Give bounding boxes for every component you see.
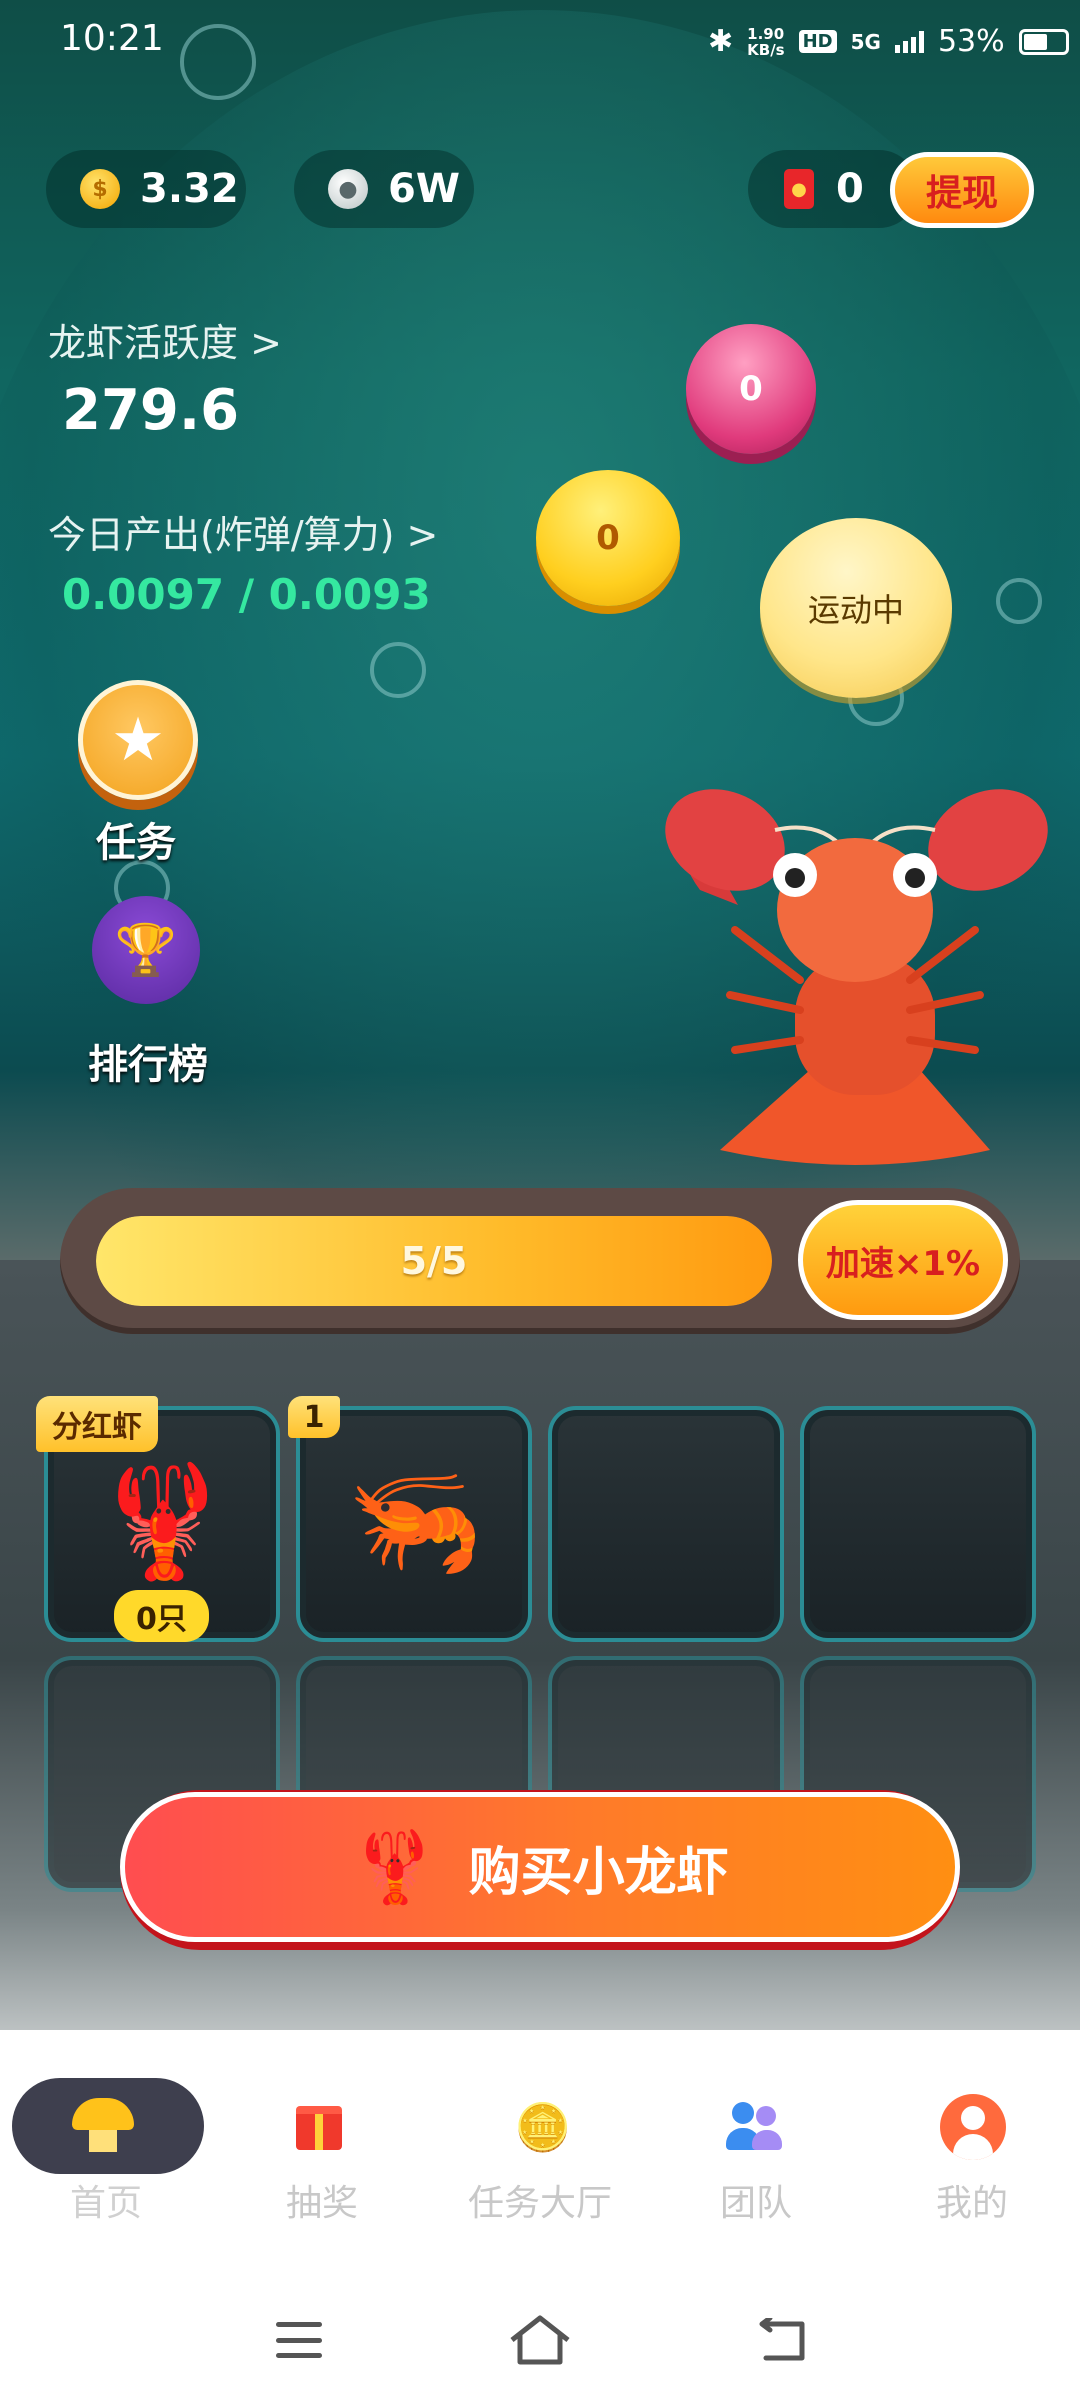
dividend-tag: 分红虾 [36, 1396, 158, 1452]
ranking-label[interactable]: 排行榜 [88, 1032, 208, 1090]
nav-team-label: 团队 [719, 2183, 792, 2224]
decor-bubble [180, 24, 256, 100]
level-badge: 1 [288, 1396, 340, 1438]
silver-balance: 6W [388, 166, 460, 212]
status-bubble[interactable]: 运动中 [760, 518, 952, 698]
lobster-mascot[interactable] [660, 780, 1050, 1170]
lobster-icon: 🦞 [351, 1825, 439, 1908]
decor-bubble [996, 578, 1042, 624]
tasks-star-icon[interactable]: ★ [78, 680, 198, 800]
trophy-icon[interactable]: 🏆 [92, 896, 200, 1004]
network-speed: 1.90 KB/s [747, 24, 785, 59]
nav-home[interactable]: 首页 [6, 2080, 206, 2226]
scholar-lobster-icon: 🦐 [346, 1456, 484, 1585]
gold-bubble-value: 0 [596, 518, 620, 558]
buy-lobster-button[interactable]: 🦞 购买小龙虾 [120, 1792, 960, 1942]
back-icon[interactable] [756, 2318, 810, 2364]
silver-balance-pill[interactable]: ● 6W [294, 150, 474, 228]
output-value: 0.0097 / 0.0093 [62, 570, 431, 619]
nav-home-label: 首页 [69, 2183, 142, 2224]
nav-team[interactable]: 团队 [656, 2080, 856, 2226]
gold-coin-icon: $ [80, 169, 120, 209]
empty-slot[interactable] [800, 1406, 1036, 1642]
status-icons: ✱ 1.90 KB/s HD 5G 53% [708, 24, 1069, 59]
coin-balance-pill[interactable]: $ 3.32 [46, 150, 246, 228]
status-bubble-label: 运动中 [807, 591, 904, 629]
hd-badge: HD [798, 30, 837, 53]
fortune-lobster-icon: 🦞 [94, 1456, 232, 1585]
slot-count-badge: 0只 [114, 1590, 209, 1642]
nav-task-hall[interactable]: 任务大厅 [440, 2080, 640, 2226]
silver-coin-icon: ● [328, 169, 368, 209]
output-label[interactable]: 今日产出(炸弹/算力) > [48, 504, 438, 559]
pink-reward-bubble[interactable]: 0 [686, 324, 816, 454]
pink-bubble-value: 0 [739, 369, 763, 409]
status-time: 10:21 [60, 18, 164, 59]
progress-text: 5/5 [400, 1239, 468, 1283]
speedup-button[interactable]: 加速×1% [798, 1200, 1008, 1320]
battery-icon [1018, 28, 1069, 55]
tasks-label[interactable]: 任务 [96, 810, 176, 868]
withdraw-button[interactable]: 提现 [890, 152, 1034, 228]
progress-track: 5/5 [96, 1216, 772, 1306]
lobster-slot-2[interactable]: 🦐 [296, 1406, 532, 1642]
system-home-icon[interactable] [508, 2314, 572, 2366]
signal-icon [894, 30, 924, 53]
nav-task-hall-label: 任务大厅 [467, 2183, 612, 2224]
network-type: 5G [850, 29, 881, 54]
nav-lottery[interactable]: 抽奖 [222, 2080, 422, 2226]
nav-lottery-label: 抽奖 [285, 2183, 358, 2224]
activity-label[interactable]: 龙虾活跃度 > [48, 312, 282, 367]
buy-button-label: 购买小龙虾 [468, 1842, 729, 1903]
decor-bubble [370, 642, 426, 698]
empty-slot[interactable] [548, 1406, 784, 1642]
nav-profile-label: 我的 [935, 2183, 1008, 2224]
bluetooth-icon: ✱ [708, 24, 734, 59]
red-packet-icon: ● [784, 169, 814, 209]
red-packet-count: 0 [836, 166, 864, 212]
activity-value: 279.6 [62, 378, 240, 443]
coin-balance: 3.32 [140, 166, 239, 212]
menu-icon[interactable] [276, 2322, 322, 2358]
battery-percent: 53% [937, 24, 1005, 59]
nav-profile[interactable]: 我的 [872, 2080, 1072, 2226]
gold-reward-bubble[interactable]: 0 [536, 470, 680, 606]
